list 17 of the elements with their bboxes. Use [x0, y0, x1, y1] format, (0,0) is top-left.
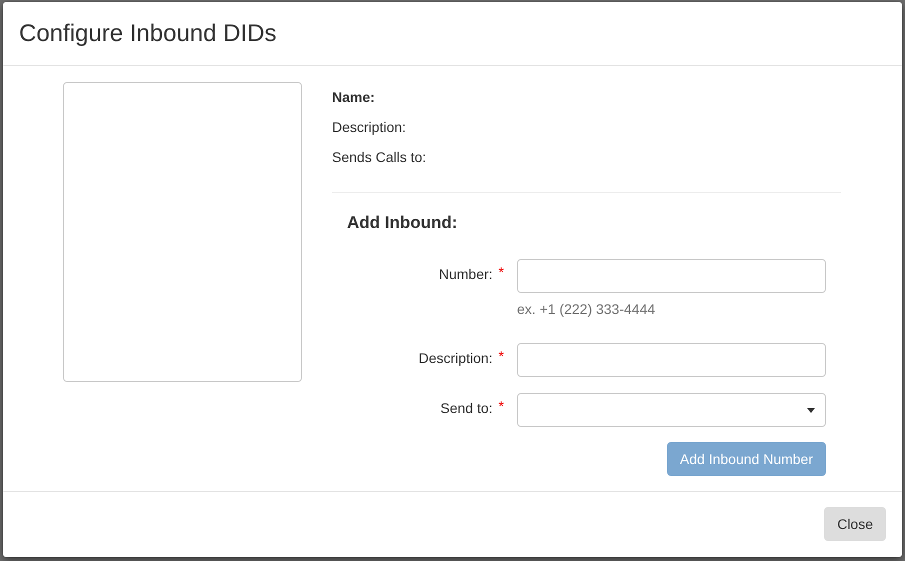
dropdown-field[interactable]	[517, 393, 826, 427]
required-marker: *	[498, 348, 504, 364]
detail-label: Description:	[332, 119, 407, 137]
caret-icon	[807, 408, 815, 413]
field-label: Number:	[438, 266, 493, 282]
close-button[interactable]: Close	[824, 507, 886, 541]
text-field[interactable]	[517, 259, 826, 293]
help-text: ex. +1 (222) 333-4444	[517, 301, 656, 317]
required-marker: *	[498, 398, 504, 414]
field-label: Description:	[418, 350, 493, 366]
section-heading: Add Inbound:	[347, 213, 458, 234]
detail-label: Name:	[332, 89, 376, 107]
field-label: Send to:	[440, 400, 493, 416]
required-marker: *	[498, 264, 504, 280]
text-field[interactable]	[517, 343, 826, 377]
detail-label: Sends Calls to:	[332, 149, 428, 167]
dialog-title: Configure Inbound DIDs	[19, 20, 276, 48]
